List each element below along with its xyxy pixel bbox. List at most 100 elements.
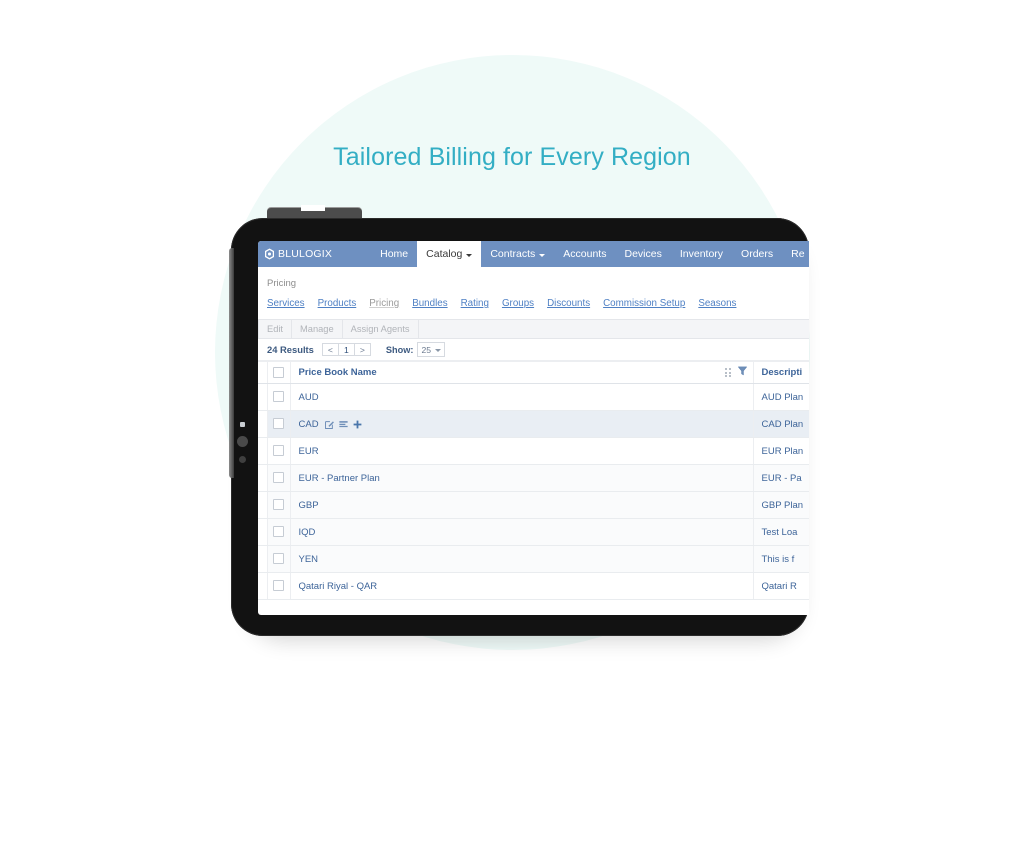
brand-logo[interactable]: BLULOGIX [258,241,340,267]
edit-pencil-icon[interactable] [324,420,334,429]
tab-rating[interactable]: Rating [461,298,489,309]
current-page-number[interactable]: 1 [337,343,355,356]
row-select-cell [267,572,291,600]
edit-button[interactable]: Edit [258,320,293,338]
description-text: This is f [761,553,795,565]
row-gutter [258,437,268,465]
drag-handle-icon[interactable] [725,368,731,377]
tab-seasons[interactable]: Seasons [698,298,736,309]
row-gutter [258,572,268,600]
nav-item-contracts[interactable]: Contracts [481,241,554,267]
cell-price-book-name[interactable]: YEN [290,545,754,573]
cell-description: EUR - Pa [753,464,809,492]
row-action-icons [324,420,362,429]
assign-agents-button[interactable]: Assign Agents [343,320,419,338]
page-content: Pricing Services Products Pricing Bundle… [258,267,809,600]
cell-description: Qatari R [753,572,809,600]
plus-icon[interactable] [353,420,362,429]
select-all-checkbox[interactable] [273,366,284,378]
next-page-button[interactable]: > [353,343,371,356]
cell-price-book-name[interactable]: AUD [290,383,754,411]
cell-description: EUR Plan [753,437,809,465]
row-gutter [258,518,268,546]
column-header-price-book-name[interactable]: Price Book Name [290,361,754,384]
table-row[interactable]: EUR EUR Plan [258,437,809,465]
nav-item-inventory[interactable]: Inventory [671,241,732,267]
pagination-bar: 24 Results < 1 > Show: 25 [258,339,809,361]
cell-price-book-name[interactable]: Qatari Riyal - QAR [290,572,754,600]
row-checkbox[interactable] [273,472,284,484]
price-book-name: EUR - Partner Plan [298,472,380,484]
nav-item-accounts[interactable]: Accounts [554,241,615,267]
row-checkbox[interactable] [273,580,284,592]
tab-groups[interactable]: Groups [502,298,534,309]
cell-description: This is f [753,545,809,573]
volume-down-button[interactable] [239,456,246,463]
show-label: Show: [385,344,414,355]
tab-commission-setup[interactable]: Commission Setup [603,298,685,309]
cell-price-book-name[interactable]: EUR - Partner Plan [290,464,754,492]
chevron-down-icon [539,253,546,257]
list-lines-icon[interactable] [338,420,348,429]
tab-discounts[interactable]: Discounts [547,298,590,309]
gutter-header [258,361,268,384]
brand-name: BLULOGIX [278,248,333,260]
cell-price-book-name[interactable]: EUR [290,437,754,465]
table-row[interactable]: IQD Test Loa [258,518,809,546]
nav-item-orders[interactable]: Orders [732,241,782,267]
row-gutter [258,464,268,492]
row-checkbox[interactable] [273,418,284,430]
description-text: Qatari R [761,580,797,592]
tab-services[interactable]: Services [267,298,305,309]
table-row[interactable]: GBP GBP Plan [258,491,809,519]
row-gutter [258,491,268,519]
table-row[interactable]: CAD CAD Plan [258,410,809,438]
description-text: GBP Plan [761,499,804,511]
price-book-table: Price Book Name Descripti AUD AUD Plan C… [258,361,809,600]
chevron-down-icon [435,349,442,352]
nav-item-devices[interactable]: Devices [615,241,670,267]
nav-label: Devices [624,248,662,260]
select-all-header [267,361,291,384]
table-row[interactable]: Qatari Riyal - QAR Qatari R [258,572,809,600]
row-select-cell [267,464,291,492]
row-checkbox[interactable] [273,553,284,565]
results-count: 24 Results [267,344,314,355]
row-checkbox[interactable] [273,526,284,538]
prev-page-button[interactable]: < [321,343,339,356]
row-checkbox[interactable] [273,391,284,403]
cell-description: GBP Plan [753,491,809,519]
cell-price-book-name[interactable]: GBP [290,491,754,519]
nav-item-catalog[interactable]: Catalog [417,241,482,267]
page-size-control: Show: 25 [385,342,446,357]
tab-bundles[interactable]: Bundles [412,298,447,309]
column-header-description[interactable]: Descripti [753,361,809,384]
cell-price-book-name[interactable]: IQD [290,518,754,546]
tablet-screen: BLULOGIX Home Catalog Contracts Accounts [258,241,809,615]
row-gutter [258,545,268,573]
row-checkbox[interactable] [273,445,284,457]
volume-up-button[interactable] [237,436,248,447]
table-row[interactable]: AUD AUD Plan [258,383,809,411]
description-text: EUR Plan [761,445,804,457]
filter-funnel-icon[interactable] [737,366,747,379]
nav-label: Contracts [490,248,536,260]
nav-label: Inventory [679,248,724,260]
price-book-name: CAD [298,418,319,430]
cell-price-book-name[interactable]: CAD [290,410,754,438]
tab-pricing[interactable]: Pricing [369,298,399,309]
nav-items: Home Catalog Contracts Accounts Devices [371,241,809,267]
nav-item-reports[interactable]: Re [782,241,809,267]
table-row[interactable]: YEN This is f [258,545,809,573]
manage-button[interactable]: Manage [292,320,343,338]
tab-products[interactable]: Products [318,298,357,309]
cell-description: AUD Plan [753,383,809,411]
row-checkbox[interactable] [273,499,284,511]
tablet-side-edge [229,248,234,478]
nav-item-home[interactable]: Home [371,241,417,267]
page-size-select[interactable]: 25 [417,342,446,357]
table-row[interactable]: EUR - Partner Plan EUR - Pa [258,464,809,492]
cell-description: CAD Plan [753,410,809,438]
tablet-stand-notch [301,205,325,211]
row-select-cell [267,437,291,465]
